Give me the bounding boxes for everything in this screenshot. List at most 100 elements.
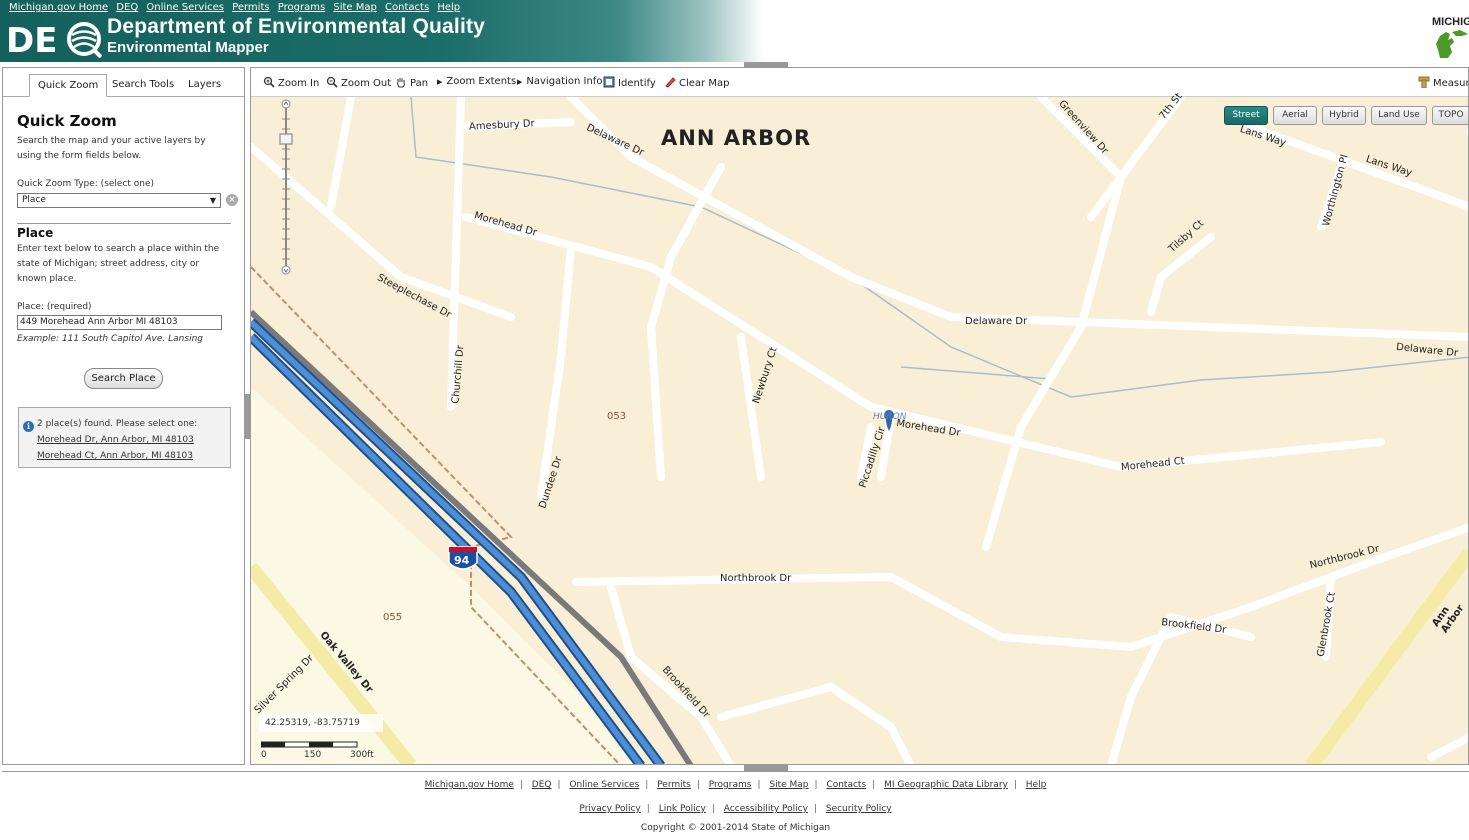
zoom-slider[interactable] bbox=[279, 99, 293, 275]
toplink-online-services[interactable]: Online Services bbox=[146, 2, 224, 13]
panel-tabs: Quick Zoom Search Tools Layers bbox=[3, 73, 244, 97]
zoom-extents-tool[interactable]: ▶ Zoom Extents bbox=[437, 76, 516, 87]
policy-link[interactable]: Privacy Policy bbox=[579, 804, 640, 814]
footer-links: Michigan.gov Home | DEQ | Online Services |… bbox=[424, 780, 1047, 790]
measure-tool[interactable]: Measure bbox=[1418, 76, 1469, 89]
dropdown-arrow-icon: ▼ bbox=[209, 196, 216, 205]
clear-icon[interactable]: × bbox=[226, 194, 238, 206]
toplink-help[interactable]: Help bbox=[437, 2, 460, 13]
quick-zoom-type-value: Place bbox=[22, 195, 46, 205]
left-panel: Quick Zoom Search Tools Layers Quick Zoo… bbox=[2, 67, 245, 765]
toplink-contacts[interactable]: Contacts bbox=[385, 2, 429, 13]
navigation-info-label: Navigation Info bbox=[526, 76, 603, 87]
toplink-michigan-home[interactable]: Michigan.gov Home bbox=[9, 2, 108, 13]
zoom-extents-label: Zoom Extents bbox=[446, 76, 517, 87]
toplink-site-map[interactable]: Site Map bbox=[333, 2, 376, 13]
hand-icon bbox=[397, 78, 405, 88]
basemap-street-button[interactable]: Street bbox=[1224, 106, 1268, 125]
zoom-out-label: Zoom Out bbox=[341, 78, 392, 89]
identify-tool[interactable]: Identify bbox=[603, 76, 656, 89]
pan-label: Pan bbox=[410, 78, 429, 89]
footer-link[interactable]: DEQ bbox=[532, 780, 552, 790]
place-example-text: Example: 111 South Capitol Ave. Lansing bbox=[17, 334, 203, 344]
basemap-land-use-button[interactable]: Land Use bbox=[1371, 106, 1427, 125]
panel-title: Quick Zoom bbox=[17, 112, 117, 130]
play-arrow-icon: ▶ bbox=[517, 78, 523, 86]
tab-search-tools[interactable]: Search Tools bbox=[104, 74, 182, 97]
pin-label: HURON bbox=[873, 412, 907, 422]
footer-link[interactable]: Permits bbox=[657, 780, 691, 790]
site-footer: Michigan.gov Home | DEQ | Online Services |… bbox=[2, 771, 1469, 840]
quick-zoom-type-select[interactable]: Place ▼ bbox=[17, 193, 221, 208]
michigan-state-icon[interactable] bbox=[1432, 28, 1469, 60]
department-title: Department of Environmental Quality bbox=[107, 15, 486, 38]
result-link-morehead-ct[interactable]: Morehead Ct, Ann Arbor, MI 48103 bbox=[37, 451, 193, 461]
footer-link[interactable]: MI Geographic Data Library bbox=[884, 780, 1008, 790]
footer-link[interactable]: Contacts bbox=[826, 780, 866, 790]
results-message: 2 place(s) found. Please select one: bbox=[37, 419, 198, 429]
map-area: Zoom In Zoom Out Pan ▶ Zoom Extents ▶ Navi… bbox=[250, 67, 1469, 765]
footer-link[interactable]: Michigan.gov Home bbox=[425, 780, 514, 790]
map-toolbar: Zoom In Zoom Out Pan ▶ Zoom Extents ▶ Navi… bbox=[251, 68, 1469, 97]
tab-layers[interactable]: Layers bbox=[180, 74, 229, 97]
place-description: Enter text below to search a place withi… bbox=[17, 244, 220, 284]
result-link-morehead-dr[interactable]: Morehead Dr, Ann Arbor, MI 48103 bbox=[37, 435, 194, 445]
policy-link[interactable]: Security Policy bbox=[826, 804, 892, 814]
ruler-icon bbox=[1418, 76, 1430, 88]
deq-logo[interactable]: DE bbox=[6, 20, 102, 58]
clear-map-tool[interactable]: Clear Map bbox=[664, 76, 729, 89]
basemap-hybrid-button[interactable]: Hybrid bbox=[1322, 106, 1366, 125]
map-canvas[interactable]: ANN ARBOR Amesbury Dr Delaware Dr Delawa… bbox=[251, 91, 1469, 765]
search-place-button[interactable]: Search Place bbox=[84, 368, 163, 389]
quick-zoom-type-label: Quick Zoom Type: (select one) bbox=[17, 179, 155, 189]
place-section-title: Place bbox=[17, 226, 54, 240]
footer-link[interactable]: Help bbox=[1026, 780, 1047, 790]
footer-link[interactable]: Programs bbox=[709, 780, 752, 790]
navigation-info-tool[interactable]: ▶ Navigation Info bbox=[517, 76, 602, 87]
footer-link[interactable]: Site Map bbox=[769, 780, 808, 790]
info-icon: i bbox=[23, 421, 34, 432]
basemap-aerial-button[interactable]: Aerial bbox=[1273, 106, 1317, 125]
identify-icon bbox=[603, 76, 615, 88]
scale-bar: 0 150 300ft bbox=[259, 738, 399, 762]
identify-label: Identify bbox=[618, 78, 656, 89]
play-arrow-icon: ▶ bbox=[437, 78, 443, 86]
copyright-text: Copyright © 2001-2014 State of Michigan bbox=[640, 823, 831, 833]
svg-text:DE: DE bbox=[6, 21, 57, 58]
city-label: ANN ARBOR bbox=[661, 126, 812, 150]
zoom-in-tool[interactable]: Zoom In bbox=[263, 76, 319, 89]
toplink-deq[interactable]: DEQ bbox=[116, 2, 138, 13]
michigan-logo-text: MICHIG bbox=[1432, 16, 1469, 28]
street-label: Delaware Dr bbox=[965, 316, 1028, 327]
policy-link[interactable]: Accessibility Policy bbox=[724, 804, 808, 814]
coordinates-readout: 42.25319, -83.75719 bbox=[259, 714, 383, 732]
tab-quick-zoom[interactable]: Quick Zoom bbox=[29, 74, 108, 97]
pan-tool[interactable]: Pan bbox=[395, 76, 428, 89]
search-results-box: i 2 place(s) found. Please select one: M… bbox=[18, 407, 231, 468]
toplink-permits[interactable]: Permits bbox=[232, 2, 269, 13]
scale-label: 0 bbox=[261, 750, 267, 760]
scale-bar-graphic bbox=[261, 741, 358, 748]
zoom-out-tool[interactable]: Zoom Out bbox=[326, 76, 391, 89]
measure-label: Measure bbox=[1433, 78, 1469, 89]
zoom-in-label: Zoom In bbox=[278, 78, 320, 89]
toplink-programs[interactable]: Programs bbox=[278, 2, 325, 13]
site-header: Michigan.gov Home DEQ Online Services Pe… bbox=[0, 0, 1469, 62]
top-links: Michigan.gov Home DEQ Online Services Pe… bbox=[9, 2, 465, 13]
street-label: Northbrook Dr bbox=[720, 573, 792, 584]
section-divider bbox=[17, 223, 231, 224]
scale-label: 150 bbox=[304, 750, 322, 760]
footer-policy-links: Privacy Policy | Link Policy | Accessibili… bbox=[579, 804, 892, 814]
zoom-in-icon bbox=[263, 76, 275, 88]
basemap-topo-button[interactable]: TOPO bbox=[1432, 106, 1468, 125]
place-input[interactable]: 449 Morehead Ann Arbor MI 48103 bbox=[17, 315, 222, 330]
panel-description: Search the map and your active layers by… bbox=[17, 136, 206, 161]
policy-link[interactable]: Link Policy bbox=[659, 804, 706, 814]
street-map[interactable] bbox=[251, 97, 1469, 765]
place-field-label: Place: (required) bbox=[17, 302, 92, 312]
app-subtitle: Environmental Mapper bbox=[107, 39, 269, 56]
eraser-icon bbox=[665, 77, 676, 88]
quick-zoom-panel: Quick Zoom Search the map and your activ… bbox=[17, 112, 238, 468]
highway-shield-label: 94 bbox=[454, 554, 470, 567]
footer-link[interactable]: Online Services bbox=[569, 780, 639, 790]
